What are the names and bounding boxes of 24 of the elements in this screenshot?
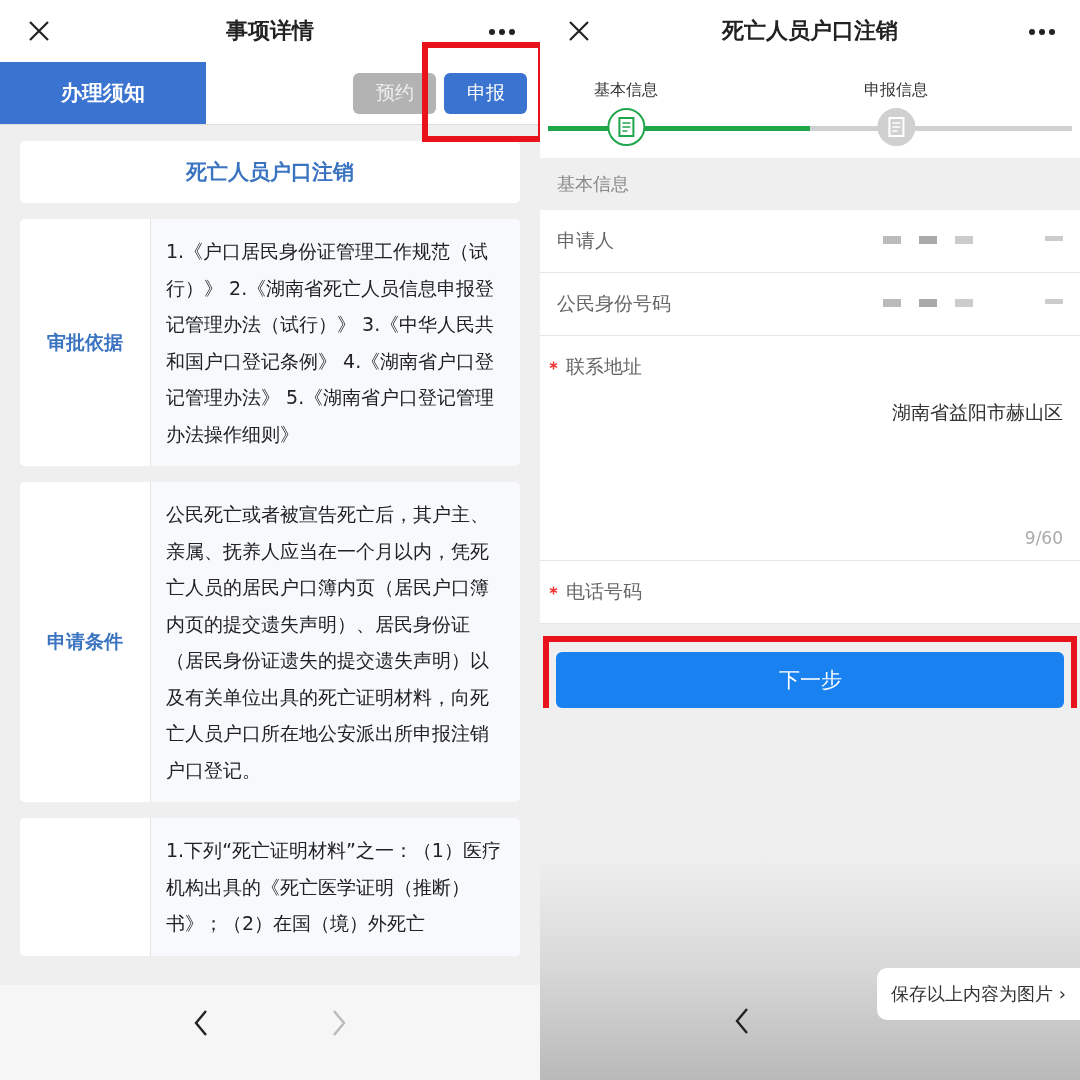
tab[interactable]: 办理须知 (0, 62, 206, 124)
step-label: 申报信息 (864, 80, 929, 101)
section-text: 1.下列“死亡证明材料”之一：（1）医疗机构出具的《死亡医学证明（推断）书》；（2）在国（境）外死亡 (151, 818, 520, 956)
field-label: 联系地址 (566, 354, 642, 379)
field-label: 申请人 (557, 228, 614, 253)
more-icon[interactable] (1028, 28, 1056, 36)
next-button[interactable]: 下一步 (556, 652, 1064, 708)
field-label: 电话号码 (566, 579, 642, 604)
section-text: 1.《户口居民身份证管理工作规范（试行）》 2.《湖南省死亡人员信息申报登记管理办法（试行）》 3.《中华人民共和国户口登记条例》 4.《湖南省户口登记管理办法》 5.《湖南省户口登记管理办法操作细则》 (151, 219, 520, 466)
item-title: 死亡人员户口注销 (20, 141, 520, 203)
section-header: 基本信息 (556, 172, 630, 196)
step-label: 基本信息 (594, 80, 659, 101)
section-text: 公民死亡或者被宣告死亡后，其户主、亲属、抚养人应当在一个月以内，凭死亡人员的居民户口簿内页（居民户口簿内页的提交遗失声明）、居民身份证（居民身份证遗失的提交遗失声明）以及有关单位出具的死亡证明材料，向死亡人员户口所在地公安派出所申报注销户口登记。 (151, 482, 520, 802)
close-icon[interactable] (27, 19, 51, 43)
page-title: 事项详情 (226, 17, 314, 45)
page-title: 死亡人员户口注销 (722, 17, 898, 45)
save-as-image-button[interactable]: 保存以上内容为图片 › (877, 968, 1080, 1020)
address-field[interactable]: 湖南省益阳市赫山区 9/60 (557, 398, 1063, 548)
back-icon[interactable] (734, 1007, 750, 1035)
field-label: 公民身份号码 (557, 291, 671, 316)
close-icon[interactable] (567, 19, 591, 43)
action-button[interactable]: 申报 (444, 72, 527, 114)
more-icon[interactable] (488, 28, 516, 36)
back-icon[interactable] (193, 1008, 209, 1037)
